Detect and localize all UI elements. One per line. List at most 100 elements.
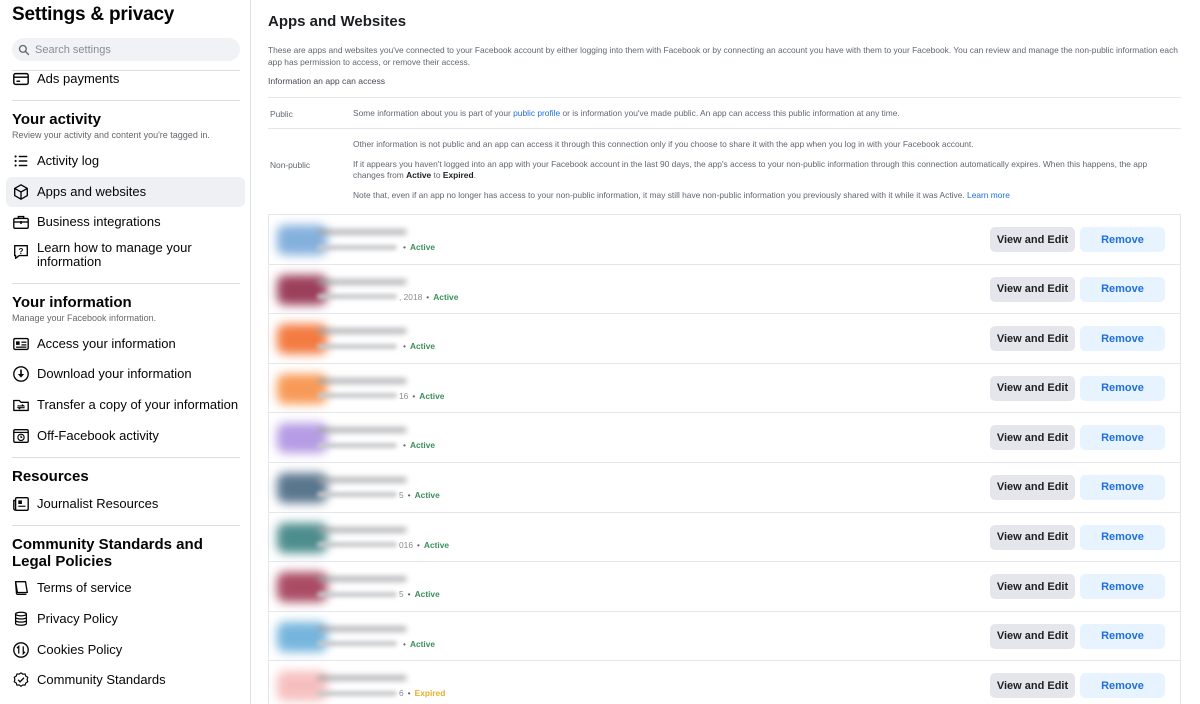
learn-more-link[interactable]: Learn more xyxy=(967,190,1010,200)
settings-sidebar: Settings & privacy Ads payments Your act… xyxy=(0,0,251,704)
sidebar-item-cookies-policy[interactable]: Cookies Policy xyxy=(6,635,245,665)
view-and-edit-button[interactable]: View and Edit xyxy=(990,673,1075,699)
app-date-fragment: 016 xyxy=(399,539,413,550)
app-date-fragment: , 2018 xyxy=(399,291,423,302)
app-row: 5 • Active View and Edit Remove xyxy=(269,561,1180,611)
app-date-fragment: 5 xyxy=(399,589,404,600)
app-row: 6 • Expired View and Edit Remove xyxy=(269,660,1180,704)
search-icon xyxy=(18,44,30,55)
status-badge: Active xyxy=(409,638,436,649)
status-badge: Active xyxy=(409,242,436,252)
sidebar-item-label: Access your information xyxy=(37,336,176,351)
book-icon xyxy=(12,579,30,597)
search-input[interactable] xyxy=(35,43,235,56)
briefcase-icon xyxy=(12,213,30,231)
text: or is information you've made public. An… xyxy=(560,108,900,118)
app-date-blurred xyxy=(317,244,397,250)
separator-dot: • xyxy=(407,589,411,600)
app-meta: 5 • Active xyxy=(317,489,440,501)
status-badge: Active xyxy=(433,291,459,302)
remove-button[interactable]: Remove xyxy=(1080,425,1165,451)
remove-button[interactable]: Remove xyxy=(1080,276,1165,302)
view-and-edit-button[interactable]: View and Edit xyxy=(990,425,1075,451)
remove-button[interactable]: Remove xyxy=(1080,326,1165,352)
sidebar-item-off-facebook-activity[interactable]: Off-Facebook activity xyxy=(6,421,245,451)
status-badge: Active xyxy=(414,489,440,500)
separator-dot: • xyxy=(416,539,420,550)
sidebar-item-label: Apps and websites xyxy=(37,184,147,199)
view-and-edit-button[interactable]: View and Edit xyxy=(990,227,1075,252)
cube-icon xyxy=(12,183,30,201)
remove-button[interactable]: Remove xyxy=(1080,673,1165,699)
app-date-blurred xyxy=(317,542,397,548)
separator-dot: • xyxy=(403,440,406,451)
view-and-edit-button[interactable]: View and Edit xyxy=(990,276,1075,302)
app-meta: • Active xyxy=(317,638,435,650)
svg-text:?: ? xyxy=(19,247,24,256)
text: Some information about you is part of yo… xyxy=(353,108,514,118)
sidebar-item-label: Off-Facebook activity xyxy=(37,428,159,443)
app-name-blurred xyxy=(317,625,407,632)
sidebar-item-label: Activity log xyxy=(37,153,100,168)
non-public-paragraph-3: Note that, even if an app no longer has … xyxy=(353,190,1173,201)
sidebar-item-transfer-copy[interactable]: Transfer a copy of your information xyxy=(6,390,245,420)
remove-button[interactable]: Remove xyxy=(1080,574,1165,600)
view-and-edit-button[interactable]: View and Edit xyxy=(990,524,1075,550)
separator-dot: • xyxy=(426,291,430,302)
database-icon xyxy=(12,610,30,628)
sidebar-item-ads-payments[interactable]: Ads payments xyxy=(6,64,245,94)
sidebar-item-apps-and-websites[interactable]: Apps and websites xyxy=(6,177,245,207)
active-term: Active xyxy=(406,170,432,180)
sidebar-item-terms-of-service[interactable]: Terms of service xyxy=(6,573,245,603)
separator-dot: • xyxy=(407,489,411,500)
app-date-fragment: 5 xyxy=(399,489,404,500)
sidebar-item-access-your-information[interactable]: Access your information xyxy=(6,329,245,359)
app-date-blurred xyxy=(317,690,397,696)
app-name-blurred xyxy=(317,675,407,682)
app-name-blurred xyxy=(317,476,407,483)
sidebar-item-privacy-policy[interactable]: Privacy Policy xyxy=(6,604,245,634)
status-badge: Active xyxy=(409,440,436,451)
view-and-edit-button[interactable]: View and Edit xyxy=(990,623,1075,649)
sidebar-divider xyxy=(12,525,240,526)
remove-button[interactable]: Remove xyxy=(1080,524,1165,550)
non-public-paragraph-1: Other information is not public and an a… xyxy=(353,139,974,149)
non-public-paragraph-2: If it appears you haven't logged into an… xyxy=(353,159,1173,181)
sidebar-item-community-standards[interactable]: Community Standards xyxy=(6,665,245,695)
view-and-edit-button[interactable]: View and Edit xyxy=(990,574,1075,600)
app-date-blurred xyxy=(317,492,397,498)
search-settings-field[interactable] xyxy=(12,38,240,61)
credit-card-icon xyxy=(12,70,30,88)
sidebar-item-activity-log[interactable]: Activity log xyxy=(6,146,245,176)
remove-button[interactable]: Remove xyxy=(1080,227,1165,252)
app-date-fragment: 6 xyxy=(399,688,404,699)
app-name-blurred xyxy=(317,278,407,285)
sidebar-item-business-integrations[interactable]: Business integrations xyxy=(6,207,245,237)
folder-transfer-icon xyxy=(12,396,30,414)
app-row: 5 • Active View and Edit Remove xyxy=(269,461,1180,512)
app-name-blurred xyxy=(317,576,407,583)
newspaper-icon xyxy=(12,495,30,513)
remove-button[interactable]: Remove xyxy=(1080,375,1165,401)
view-and-edit-button[interactable]: View and Edit xyxy=(990,326,1075,352)
sidebar-item-journalist-resources[interactable]: Journalist Resources xyxy=(6,489,245,519)
intro-text: These are apps and websites you've conne… xyxy=(268,45,1178,67)
remove-button[interactable]: Remove xyxy=(1080,623,1165,649)
section-title-community-standards-legal: Community Standards and Legal Policies xyxy=(12,536,203,570)
app-meta: • Active xyxy=(317,241,435,253)
public-profile-link[interactable]: public profile xyxy=(513,108,560,118)
list-icon xyxy=(12,152,30,170)
sidebar-item-download-your-information[interactable]: Download your information xyxy=(6,359,245,389)
sidebar-item-learn-manage-info[interactable]: ? Learn how to manage your information xyxy=(6,241,245,275)
app-meta: • Active xyxy=(317,439,435,451)
sidebar-item-label: Transfer a copy of your information xyxy=(37,397,239,412)
view-and-edit-button[interactable]: View and Edit xyxy=(990,474,1075,500)
remove-button[interactable]: Remove xyxy=(1080,474,1165,500)
section-title-resources: Resources xyxy=(12,468,89,485)
view-and-edit-button[interactable]: View and Edit xyxy=(990,375,1075,401)
info-row-non-public: Non-public Other information is not publ… xyxy=(268,128,1181,214)
info-label-non-public: Non-public xyxy=(270,160,311,170)
sidebar-title: Settings & privacy xyxy=(12,4,175,25)
app-meta: 16 • Active xyxy=(317,390,444,402)
app-date-blurred xyxy=(317,591,397,597)
